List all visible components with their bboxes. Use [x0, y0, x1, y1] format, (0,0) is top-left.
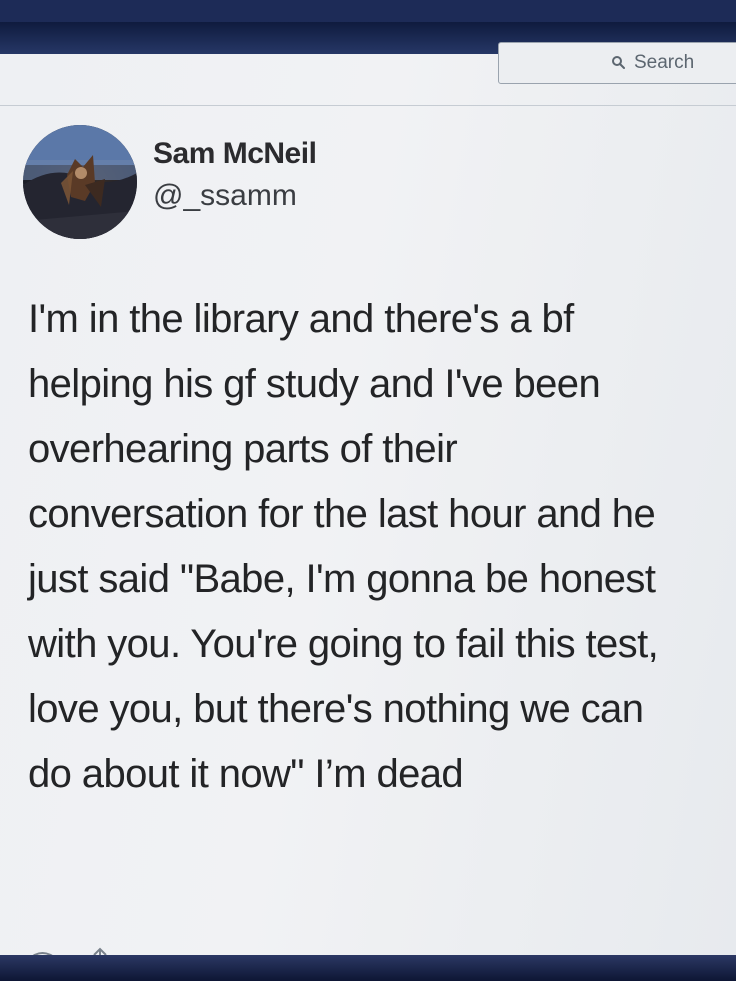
tweet-line: I'm in the library and there's a bf: [28, 297, 574, 341]
avatar-photo: [23, 125, 137, 239]
avatar[interactable]: [23, 125, 137, 239]
search-icon: [612, 56, 625, 69]
display-name[interactable]: Sam McNeil: [153, 137, 317, 171]
tweet-body: I'm in the library and there's a bf help…: [28, 287, 736, 807]
header-divider: [0, 105, 736, 106]
tweet-line: overhearing parts of their: [28, 427, 458, 471]
tweet-line: conversation for the last hour and he: [28, 492, 656, 536]
tweet-line: just said "Babe, I'm gonna be honest: [28, 557, 656, 601]
bottom-bezel: [0, 955, 736, 981]
tweet-line: with you. You're going to fail this test…: [28, 622, 659, 666]
user-handle[interactable]: @_ssamm: [153, 179, 297, 213]
tweet-line: love you, but there's nothing we can: [28, 687, 644, 731]
tweet-screen: Search Sam McNeil @_ssamm I'm in the lib…: [0, 22, 736, 962]
search-placeholder: Search: [634, 52, 695, 73]
tweet-line: helping his gf study and I've been: [28, 362, 601, 406]
search-input[interactable]: Search: [498, 42, 736, 84]
tweet-line: do about it now" I’m dead: [28, 752, 464, 796]
